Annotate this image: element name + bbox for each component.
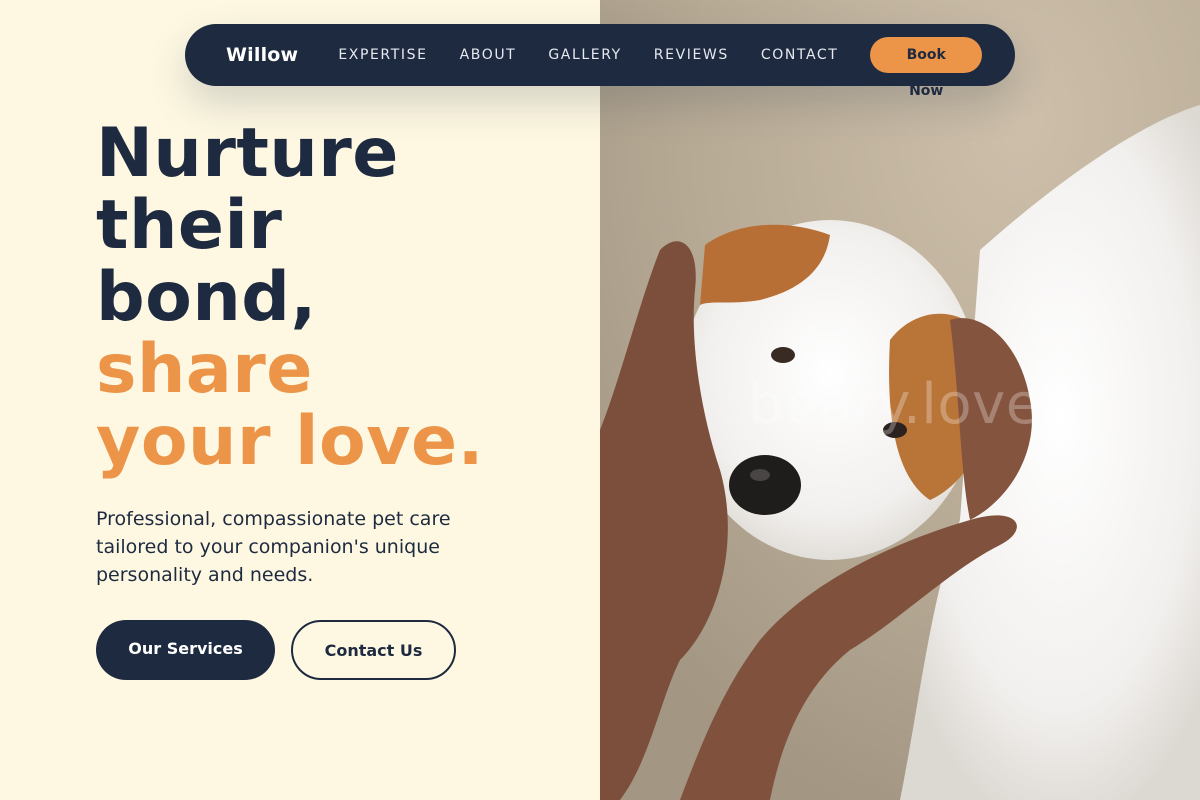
hero-title-accent-line: your love. (96, 402, 484, 481)
nav-links: EXPERTISE ABOUT GALLERY REVIEWS CONTACT (338, 47, 870, 63)
hero-subtitle: Professional, compassionate pet care tai… (96, 508, 451, 586)
hero-title-line: their (96, 186, 283, 265)
watermark-text: beary.love (748, 372, 1041, 437)
nav-link-contact[interactable]: CONTACT (761, 47, 839, 63)
nav-link-expertise[interactable]: EXPERTISE (338, 47, 427, 63)
hero-title: Nurture their bond, share your love. (96, 118, 484, 478)
our-services-button[interactable]: Our Services (96, 620, 275, 680)
hero-title-accent-line: share (96, 330, 313, 409)
book-now-button[interactable]: Book Now (870, 37, 982, 99)
nav-link-gallery[interactable]: GALLERY (548, 47, 621, 63)
top-navigation: Willow EXPERTISE ABOUT GALLERY REVIEWS C… (185, 24, 1015, 99)
hero-title-line: Nurture (96, 114, 399, 193)
nav-link-about[interactable]: ABOUT (460, 47, 517, 63)
brand-logo[interactable]: Willow (226, 44, 298, 66)
hero-title-line: bond, (96, 258, 317, 337)
contact-us-button[interactable]: Contact Us (291, 620, 456, 680)
nav-link-reviews[interactable]: REVIEWS (654, 47, 729, 63)
hero-image: beary.love (600, 0, 1200, 800)
